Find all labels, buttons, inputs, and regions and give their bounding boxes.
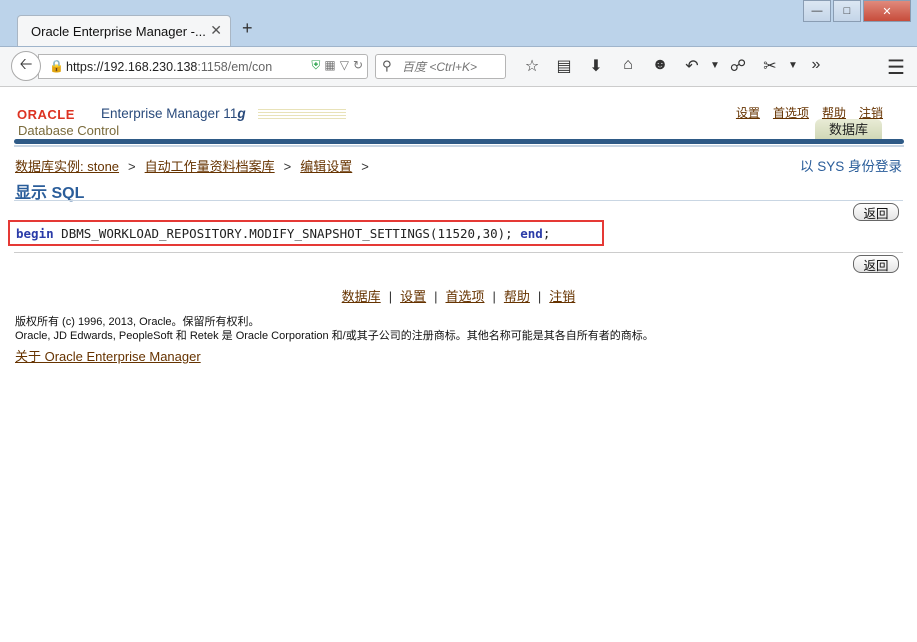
search-box[interactable]: ⚲ [375, 54, 506, 79]
tab-title: Oracle Enterprise Manager -... [31, 24, 206, 39]
close-window-icon[interactable]: ✕ [863, 0, 911, 22]
copyright-line-2: Oracle, JD Edwards, PeopleSoft 和 Retek 是… [15, 330, 654, 342]
footer-link-logout[interactable]: 注销 [549, 289, 575, 304]
enterprise-manager-title: Enterprise Manager 11g [101, 106, 246, 121]
page-content: ORACLE Enterprise Manager 11g Database C… [0, 87, 917, 642]
header-divider [14, 145, 904, 147]
shield-icon[interactable]: ⛨ [311, 58, 320, 73]
home-icon[interactable]: ⌂ [612, 56, 644, 76]
sql-statement-box: begin DBMS_WORKLOAD_REPOSITORY.MODIFY_SN… [8, 220, 604, 246]
maximize-icon[interactable]: □ [833, 0, 861, 22]
copyright-line-1: 版权所有 (c) 1996, 2013, Oracle。保留所有权利。 [15, 316, 260, 328]
back-button-bottom[interactable]: 返回 [853, 255, 899, 273]
lock-icon: 🔒 [49, 59, 64, 73]
window-controls: — □ ✕ [801, 0, 911, 22]
back-button-top[interactable]: 返回 [853, 203, 899, 221]
sql-statement: begin DBMS_WORKLOAD_REPOSITORY.MODIFY_SN… [16, 226, 551, 241]
reload-icon[interactable]: ↻ [353, 58, 363, 73]
title-divider [14, 200, 903, 201]
reader-view-icon[interactable]: ▤ [548, 56, 580, 76]
qr-code-icon[interactable]: ▦ [324, 58, 335, 73]
search-icon: ⚲ [382, 58, 392, 73]
tab-database[interactable]: 数据库 [815, 119, 882, 140]
breadcrumb: 数据库实例: stone > 自动工作量资料档案库 > 编辑设置 > [15, 159, 369, 174]
download-icon[interactable]: ⬇ [580, 56, 612, 76]
footer-link-setup[interactable]: 设置 [400, 289, 426, 304]
browser-toolbar: ☆ ▤ ⬇ ⌂ ☻ ↶ ▼ ☍ ✂ ▼ » [516, 56, 832, 76]
search-input[interactable] [400, 59, 504, 75]
footer-links: 数据库 | 设置 | 首选项 | 帮助 | 注销 [341, 289, 576, 304]
overflow-icon[interactable]: » [800, 56, 832, 76]
login-info: 以 SYS 身份登录 [799, 159, 902, 174]
chevron-down-icon[interactable]: ▼ [708, 56, 722, 76]
chevron-down-icon[interactable]: ▼ [786, 56, 800, 76]
url-icons: ⛨ ▦ ▽ ↻ [311, 58, 363, 73]
address-bar[interactable]: 🔒 https://192.168.230.138:1158/em/con ⛨ … [38, 54, 368, 79]
hamburger-menu-icon[interactable]: ☰ [887, 55, 905, 80]
chat-icon[interactable]: ☍ [722, 56, 754, 76]
browser-navbar: 🔒 https://192.168.230.138:1158/em/con ⛨ … [0, 47, 917, 87]
browser-titlebar: Oracle Enterprise Manager -... ✕ + — □ ✕ [0, 0, 917, 47]
link-setup[interactable]: 设置 [736, 104, 760, 121]
oracle-logo: ORACLE [17, 107, 75, 122]
about-link[interactable]: 关于 Oracle Enterprise Manager [15, 346, 201, 365]
bookmark-star-icon[interactable]: ☆ [516, 56, 548, 76]
breadcrumb-instance[interactable]: 数据库实例: stone [15, 159, 119, 174]
tab-close-icon[interactable]: ✕ [210, 22, 222, 39]
link-preferences[interactable]: 首选项 [773, 104, 809, 121]
new-tab-button[interactable]: + [242, 18, 253, 39]
database-control-subtitle: Database Control [18, 123, 120, 138]
sql-divider [14, 252, 903, 253]
header-stripes [258, 109, 346, 121]
footer-link-database[interactable]: 数据库 [342, 289, 381, 304]
footer-link-preferences[interactable]: 首选项 [445, 289, 484, 304]
dropdown-icon[interactable]: ▽ [340, 58, 349, 73]
undo-icon[interactable]: ↶ [676, 56, 708, 76]
emoji-icon[interactable]: ☻ [644, 56, 676, 76]
url-text[interactable]: https://192.168.230.138:1158/em/con [66, 60, 272, 74]
breadcrumb-edit-settings[interactable]: 编辑设置 [300, 159, 352, 174]
footer-link-help[interactable]: 帮助 [504, 289, 530, 304]
browser-tab[interactable]: Oracle Enterprise Manager -... ✕ [17, 15, 231, 46]
minimize-icon[interactable]: — [803, 0, 831, 22]
header-bar [14, 139, 904, 144]
breadcrumb-awr[interactable]: 自动工作量资料档案库 [145, 159, 275, 174]
back-icon[interactable]: 🡠 [11, 51, 41, 81]
crop-icon[interactable]: ✂ [754, 56, 786, 76]
copyright: 版权所有 (c) 1996, 2013, Oracle。保留所有权利。 Orac… [15, 315, 654, 343]
